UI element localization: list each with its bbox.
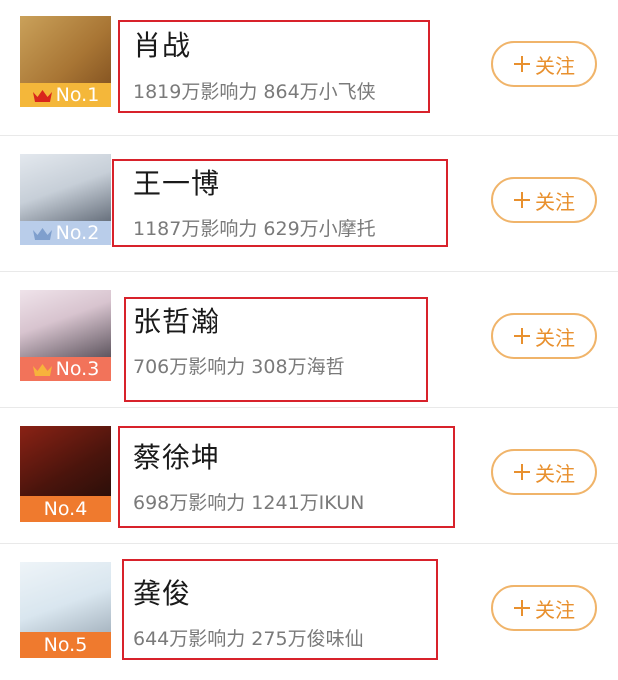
list-item[interactable]: No.5 龚俊 644万影响力 275万俊味仙 关注 [0, 544, 618, 680]
plus-icon [513, 191, 531, 209]
follow-button[interactable]: 关注 [491, 313, 597, 359]
crown-icon [32, 362, 53, 377]
follow-button[interactable]: 关注 [491, 585, 597, 631]
follow-button[interactable]: 关注 [491, 41, 597, 87]
follow-button[interactable]: 关注 [491, 177, 597, 223]
highlight-box [122, 559, 438, 660]
crown-icon [32, 226, 53, 241]
list-item[interactable]: No.3 张哲瀚 706万影响力 308万海哲 关注 [0, 272, 618, 408]
follow-label: 关注 [535, 597, 575, 622]
rank-badge: No.5 [20, 632, 111, 658]
follow-label: 关注 [535, 325, 575, 350]
follow-label: 关注 [535, 53, 575, 78]
follow-label: 关注 [535, 461, 575, 486]
avatar[interactable]: No.2 [20, 154, 111, 245]
avatar[interactable]: No.4 [20, 426, 111, 522]
rank-label: No.1 [55, 84, 100, 106]
plus-icon [513, 327, 531, 345]
rank-badge: No.4 [20, 496, 111, 522]
rank-label: No.2 [55, 222, 100, 244]
rank-label: No.4 [43, 498, 88, 520]
rank-label: No.5 [43, 634, 88, 656]
follow-button[interactable]: 关注 [491, 449, 597, 495]
follow-label: 关注 [535, 189, 575, 214]
plus-icon [513, 599, 531, 617]
avatar[interactable]: No.1 [20, 16, 111, 107]
rank-badge: No.1 [20, 83, 111, 107]
highlight-box [112, 159, 448, 247]
rank-badge: No.3 [20, 357, 111, 381]
highlight-box [124, 297, 428, 402]
list-item[interactable]: No.1 肖战 1819万影响力 864万小飞侠 关注 [0, 0, 618, 136]
list-item[interactable]: No.4 蔡徐坤 698万影响力 1241万IKUN 关注 [0, 408, 618, 544]
crown-icon [32, 88, 53, 103]
highlight-box [118, 426, 455, 528]
plus-icon [513, 463, 531, 481]
highlight-box [118, 20, 430, 113]
rank-badge: No.2 [20, 221, 111, 245]
avatar[interactable]: No.5 [20, 562, 111, 658]
list-item[interactable]: No.2 王一博 1187万影响力 629万小摩托 关注 [0, 136, 618, 272]
rank-label: No.3 [55, 358, 100, 380]
avatar[interactable]: No.3 [20, 290, 111, 381]
ranking-list: No.1 肖战 1819万影响力 864万小飞侠 关注 No.2 王一博 118… [0, 0, 618, 678]
plus-icon [513, 55, 531, 73]
